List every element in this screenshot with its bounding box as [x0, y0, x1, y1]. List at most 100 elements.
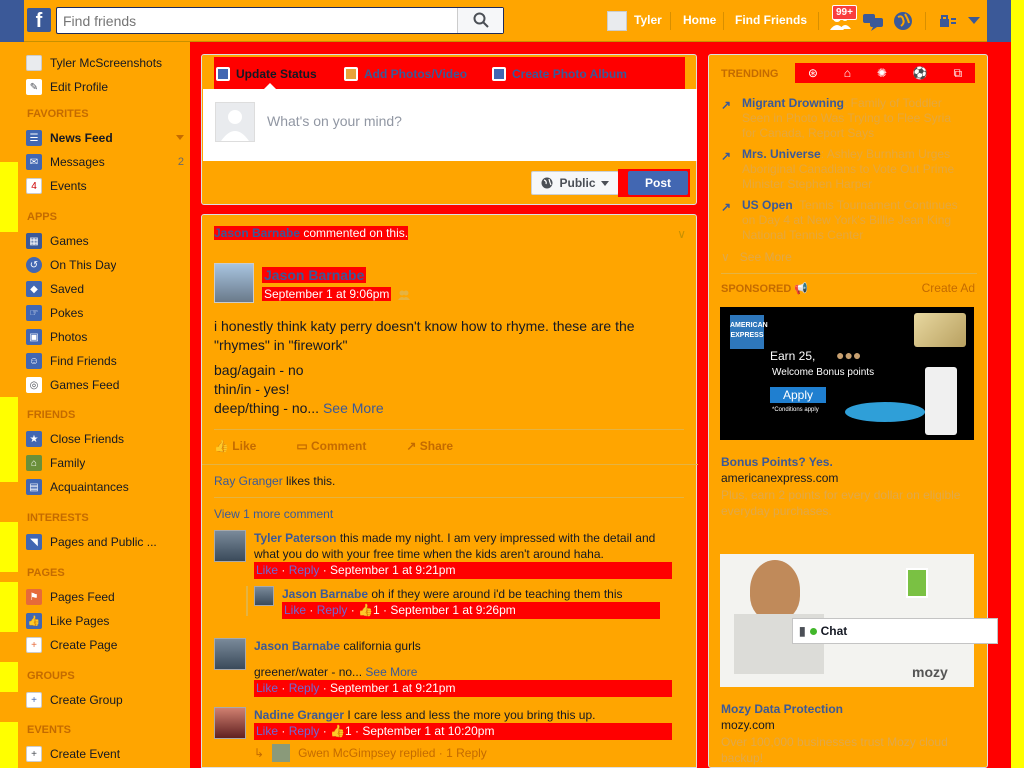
privacy-selector[interactable]: Public [531, 171, 619, 195]
replier-avatar[interactable] [254, 586, 274, 606]
user-avatar[interactable] [607, 11, 627, 31]
sidebar-item-edit-profile[interactable]: ✎ Edit Profile [26, 78, 186, 96]
section-heading-friends[interactable]: FRIENDS [27, 409, 75, 421]
sidebar-item-acquaintances[interactable]: ▤ Acquaintances [26, 478, 186, 496]
create-ad-link[interactable]: Create Ad [922, 281, 975, 295]
comment-like-link[interactable]: Like [284, 603, 306, 617]
story-options-chevron-icon[interactable]: ∨ [677, 227, 686, 241]
composer-body[interactable]: What's on your mind? [203, 89, 697, 161]
comment-like-count[interactable]: 1 [345, 724, 352, 738]
notifications-globe-icon[interactable] [893, 11, 913, 31]
commenter-avatar[interactable] [214, 638, 246, 670]
commenter-name-link[interactable]: Nadine Granger [254, 708, 344, 722]
sidebar-item-find-friends[interactable]: ☺ Find Friends [26, 352, 186, 370]
see-more-link[interactable]: See More [323, 400, 384, 416]
news-feed-options-icon[interactable] [176, 135, 184, 140]
chat-bar[interactable]: ▮ Chat [792, 618, 998, 644]
commenter-name-link[interactable]: Jason Barnabe [282, 587, 368, 601]
messages-icon[interactable] [862, 12, 884, 32]
liker-name-link[interactable]: Ray Granger [214, 474, 283, 488]
comment-like-link[interactable]: Like [256, 563, 278, 577]
trending-top-icon[interactable]: ⊛ [808, 66, 818, 80]
section-heading-favorites[interactable]: FAVORITES [27, 108, 89, 120]
comment-like-link[interactable]: Like [256, 681, 278, 695]
section-heading-events[interactable]: EVENTS [27, 724, 71, 736]
sidebar-item-saved[interactable]: ◆ Saved [26, 280, 186, 298]
search-input[interactable] [57, 8, 457, 33]
sidebar-item-create-event[interactable]: + Create Event [26, 745, 186, 763]
trending-see-more[interactable]: ∨ See More [721, 250, 792, 264]
sidebar-item-pages-feed[interactable]: ⚑ Pages Feed [26, 588, 186, 606]
sidebar-item-profile[interactable]: Tyler McScreenshots [26, 54, 186, 72]
search-button[interactable] [457, 8, 503, 33]
sidebar-item-games-feed[interactable]: ◎ Games Feed [26, 376, 186, 394]
sidebar-item-photos[interactable]: ▣ Photos [26, 328, 186, 346]
story-timestamp[interactable]: September 1 at 9:06pm [262, 287, 392, 301]
section-heading-pages[interactable]: PAGES [27, 567, 65, 579]
comment-timestamp[interactable]: September 1 at 10:20pm [362, 724, 494, 738]
sidebar-item-like-pages[interactable]: 👍 Like Pages [26, 612, 186, 630]
trending-item[interactable]: ↗ Mrs. Universe: Ashley Burnham Urges Abo… [721, 147, 961, 192]
ad-domain[interactable]: mozy.com [721, 718, 775, 732]
comment-reply-link[interactable]: Reply [289, 563, 320, 577]
sidebar-item-pokes[interactable]: ☞ Pokes [26, 304, 186, 322]
account-menu-chevron-icon[interactable] [968, 17, 980, 25]
tab-update-status[interactable]: Update Status [216, 67, 317, 81]
view-more-comments-link[interactable]: View 1 more comment [214, 507, 333, 521]
trending-item[interactable]: ↗ Migrant Drowning: Family of Toddler See… [721, 96, 961, 141]
author-avatar[interactable] [214, 263, 254, 303]
sidebar-item-news-feed[interactable]: ☰ News Feed [26, 129, 186, 147]
sidebar-item-events[interactable]: 4 Events [26, 177, 186, 195]
comment-button[interactable]: ▭ Comment [296, 439, 366, 461]
apply-button[interactable]: Apply [770, 387, 826, 403]
commenter-name-link[interactable]: Jason Barnabe [254, 639, 340, 653]
comment-timestamp[interactable]: September 1 at 9:21pm [330, 563, 455, 577]
trending-sports-icon[interactable]: ⚽ [913, 66, 928, 80]
commenter-avatar[interactable] [214, 530, 246, 562]
facebook-logo[interactable]: f [27, 8, 51, 32]
sidebar-item-pages-public[interactable]: ◥ Pages and Public ... [26, 533, 186, 551]
user-name-link[interactable]: Tyler [634, 13, 662, 27]
trending-item[interactable]: ↗ US Open: Tennis Tournament Continues on… [721, 198, 961, 243]
trending-science-icon[interactable]: ✺ [877, 66, 887, 80]
section-heading-groups[interactable]: GROUPS [27, 670, 75, 682]
context-name-link[interactable]: Jason Barnabe [214, 226, 300, 240]
share-button[interactable]: ↗ Share [406, 439, 453, 461]
section-heading-apps[interactable]: APPS [27, 211, 57, 223]
sidebar-item-close-friends[interactable]: ★ Close Friends [26, 430, 186, 448]
ad-title-link[interactable]: Bonus Points? Yes. [721, 455, 833, 469]
comment-reply-link[interactable]: Reply [317, 603, 348, 617]
comment-reply-link[interactable]: Reply [289, 724, 320, 738]
trending-politics-icon[interactable]: ⌂ [844, 66, 851, 80]
home-link[interactable]: Home [683, 13, 716, 27]
sidebar-item-on-this-day[interactable]: ↺ On This Day [26, 256, 186, 274]
tab-create-album[interactable]: Create Photo Album [492, 67, 627, 81]
commenter-name-link[interactable]: Tyler Paterson [254, 531, 336, 545]
commenter-avatar[interactable] [214, 707, 246, 739]
post-button[interactable]: Post [628, 171, 688, 195]
amex-ad-image[interactable]: AMERICAN EXPRESS Earn 25, ●●● Welcome Bon… [720, 307, 974, 440]
sidebar-item-family[interactable]: ⌂ Family [26, 454, 186, 472]
ad-title-link[interactable]: Mozy Data Protection [721, 702, 843, 716]
replies-summary[interactable]: ↳ Gwen McGimpsey replied · 1 Reply [254, 744, 674, 762]
ad-domain[interactable]: americanexpress.com [721, 471, 838, 485]
section-heading-interests[interactable]: INTERESTS [27, 512, 89, 524]
tab-add-photos[interactable]: Add Photos/Video [344, 67, 467, 81]
comment-like-link[interactable]: Like [256, 724, 278, 738]
comment-like-count[interactable]: 1 [373, 603, 380, 617]
audience-friends-icon[interactable] [398, 289, 410, 301]
comment-reply-link[interactable]: Reply [289, 681, 320, 695]
like-button[interactable]: 👍 Like [214, 439, 256, 461]
sidebar-item-create-page[interactable]: + Create Page [26, 636, 186, 654]
see-more-link[interactable]: See More [365, 665, 417, 679]
sidebar-item-messages[interactable]: ✉ Messages [26, 153, 186, 171]
comment-timestamp[interactable]: September 1 at 9:21pm [330, 681, 455, 695]
composer-placeholder[interactable]: What's on your mind? [267, 113, 402, 129]
find-friends-link[interactable]: Find Friends [735, 13, 807, 27]
sidebar-item-games[interactable]: ▦ Games [26, 232, 186, 250]
sidebar-item-create-group[interactable]: + Create Group [26, 691, 186, 709]
comment-timestamp[interactable]: September 1 at 9:26pm [390, 603, 515, 617]
author-name-link[interactable]: Jason Barnabe [262, 267, 367, 283]
privacy-lock-icon[interactable] [940, 14, 956, 28]
trending-entertainment-icon[interactable]: ⧉ [953, 66, 962, 81]
